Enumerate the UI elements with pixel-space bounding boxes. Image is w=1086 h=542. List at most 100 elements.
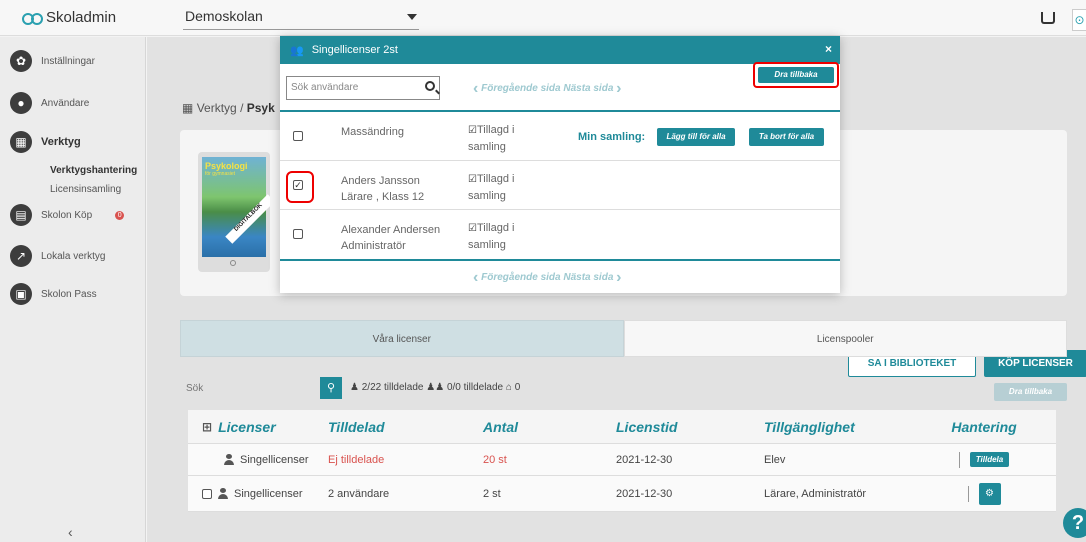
license-availability: Elev (764, 453, 786, 466)
user-icon (224, 454, 234, 465)
app-logo[interactable]: Skoladmin (22, 9, 116, 26)
table-header: ⊞ Licenser Tilldelad Antal Licenstid Till… (188, 410, 1056, 444)
license-modal: 👥 Singellicenser 2st × Sök användare ‹ F… (280, 36, 840, 293)
modal-footer: ‹ Föregående sida Nästa sida › (280, 259, 840, 293)
breadcrumb-separator: / (240, 101, 244, 115)
license-count: 2 st (483, 487, 501, 500)
tab-license-pools[interactable]: Licenspooler (623, 320, 1067, 357)
chevron-left-icon[interactable]: ‹ (473, 80, 478, 97)
search-icon: ⚲ (326, 382, 336, 394)
breadcrumb-root[interactable]: Verktyg (197, 101, 237, 115)
checkbox-checked-icon: ☑ (468, 223, 477, 234)
school-select[interactable]: Demoskolan (183, 6, 419, 30)
sidebar-subitem-license-collection[interactable]: Licensinsamling (50, 184, 121, 195)
search-button[interactable]: ⚲ (320, 377, 342, 399)
group-icon: ♟♟ (426, 382, 445, 393)
stats-schools: 0 (514, 382, 521, 393)
checkbox-checked-icon: ☑ (468, 174, 477, 185)
book-cover-subtitle: för gymnasiet (205, 171, 236, 177)
school-select-value: Demoskolan (185, 8, 263, 24)
chevron-right-icon[interactable]: › (616, 269, 621, 286)
row-checkbox[interactable] (293, 131, 303, 141)
sidebar-item-label: Verktyg (41, 136, 81, 148)
sidebar-item-users[interactable]: ● Användare (10, 92, 89, 114)
next-page-link[interactable]: Nästa sida (563, 83, 613, 94)
sidebar-item-label: Användare (41, 97, 90, 109)
close-icon[interactable]: × (825, 42, 832, 56)
col-header-availability: Tillgänglighet (764, 418, 855, 435)
sidebar-item-settings[interactable]: ✿ Inställningar (10, 50, 95, 72)
tab-our-licenses[interactable]: Våra licenser (180, 320, 624, 357)
license-time: 2021-12-30 (616, 487, 673, 500)
book-cover-image: Psykologi för gymnasiet DIGITALBOK (198, 152, 270, 272)
pager-top: ‹ Föregående sida Nästa sida › (473, 80, 622, 98)
expand-all-icon[interactable]: ⊞ (202, 420, 212, 434)
user-search-input[interactable]: Sök användare (286, 76, 440, 100)
license-name: Singellicenser (240, 453, 309, 466)
chevron-right-icon[interactable]: › (616, 80, 621, 97)
sidebar-item-skolon-purchase[interactable]: ▤ Skolon Köp 0 (10, 204, 125, 226)
qr-code-icon: ▣ (10, 283, 32, 305)
table-row: Singellicenser Ej tilldelade 20 st 2021-… (188, 444, 1056, 476)
user-name-role: Anders Jansson Lärare , Klass 12 (341, 175, 425, 203)
checkbox-checked-icon: ☑ (468, 125, 477, 136)
top-bar: Skoladmin Demoskolan ⊙ (0, 0, 1086, 36)
chevron-left-icon[interactable]: ‹ (473, 269, 478, 286)
next-page-link[interactable]: Nästa sida (563, 272, 613, 283)
stats-groups: 0/0 tilldelade (446, 382, 504, 393)
user-row: ✓ Anders Jansson Lärare , Klass 12 ☑Tilla… (280, 161, 840, 210)
breadcrumb: ▦ Verktyg / Psyk (182, 101, 275, 115)
revoke-button-disabled[interactable]: Dra tillbaka (994, 383, 1067, 401)
breadcrumb-current: Psyk (246, 101, 275, 115)
assignment-stats: ♟ 2/22 tilldelade ♟♟ 0/0 tilldelade ⌂ 0 (350, 382, 520, 393)
modal-header: 👥 Singellicenser 2st × (280, 36, 840, 64)
license-table: ⊞ Licenser Tilldelad Antal Licenstid Till… (188, 410, 1056, 512)
sidebar-item-label: Skolon Pass (41, 288, 97, 300)
revoke-button-highlight: Dra tillbaka (753, 62, 839, 88)
notification-badge: 0 (115, 210, 125, 220)
my-collection-label: Min samling: (578, 131, 646, 143)
sidebar-item-label: Lokala verktyg (41, 250, 106, 262)
right-panel-toggle[interactable]: ⊙ (1072, 9, 1086, 31)
basket-icon[interactable] (1041, 12, 1055, 24)
user-name: Massändring (341, 126, 404, 138)
skolon-logo-icon (22, 12, 43, 25)
help-button[interactable]: ? (1063, 508, 1086, 538)
sidebar: ✿ Inställningar ● Användare ▦ Verktyg Ve… (0, 37, 146, 542)
col-header-licenses: Licenser (218, 418, 276, 435)
assign-button[interactable]: Tilldela (969, 452, 1010, 467)
col-header-assigned: Tilldelad (328, 418, 385, 435)
sidebar-subitem-tool-management[interactable]: Verktygshantering (50, 165, 137, 176)
user-name-role: Alexander Andersen Administratör (341, 224, 441, 252)
caret-down-icon (407, 14, 417, 20)
license-search-row: ⚲ ♟ 2/22 tilldelade ♟♟ 0/0 tilldelade ⌂ … (180, 377, 1067, 401)
add-all-button[interactable]: Lägg till för alla (657, 128, 735, 146)
sidebar-item-local-tools[interactable]: ↗ Lokala verktyg (10, 245, 105, 267)
license-assigned: 2 användare (328, 487, 390, 500)
search-icon[interactable] (425, 81, 435, 91)
remove-all-button[interactable]: Ta bort för alla (749, 128, 824, 146)
prev-page-link[interactable]: Föregående sida (481, 272, 560, 283)
row-checkbox[interactable] (202, 488, 212, 499)
user-icon: ♟ (350, 382, 359, 393)
app-title: Skoladmin (46, 9, 117, 26)
checkbox-highlight (286, 171, 314, 203)
grid-icon: ▦ (182, 101, 194, 115)
user-row: Massändring ☑Tillagd i samling Min samlin… (280, 112, 840, 161)
col-header-count: Antal (483, 418, 518, 435)
col-header-license-time: Licenstid (616, 418, 678, 435)
stats-users: 2/22 tilldelade (361, 382, 424, 393)
sidebar-item-tools[interactable]: ▦ Verktyg (10, 131, 81, 153)
license-search-input[interactable] (180, 377, 320, 399)
prev-page-link[interactable]: Föregående sida (481, 83, 560, 94)
collapse-sidebar-icon[interactable]: ‹ (68, 524, 73, 540)
pager-bottom: ‹ Föregående sida Nästa sida › (473, 269, 622, 287)
user-icon (218, 488, 228, 499)
sidebar-item-skolon-pass[interactable]: ▣ Skolon Pass (10, 283, 97, 305)
external-link-icon: ↗ (10, 245, 32, 267)
home-icon: ⌂ (505, 382, 512, 393)
settings-gears-button[interactable]: ⚙ (978, 482, 1001, 505)
revoke-button[interactable]: Dra tillbaka (758, 67, 834, 83)
row-checkbox[interactable] (293, 229, 303, 239)
table-row: Singellicenser 2 användare 2 st 2021-12-… (188, 476, 1056, 512)
